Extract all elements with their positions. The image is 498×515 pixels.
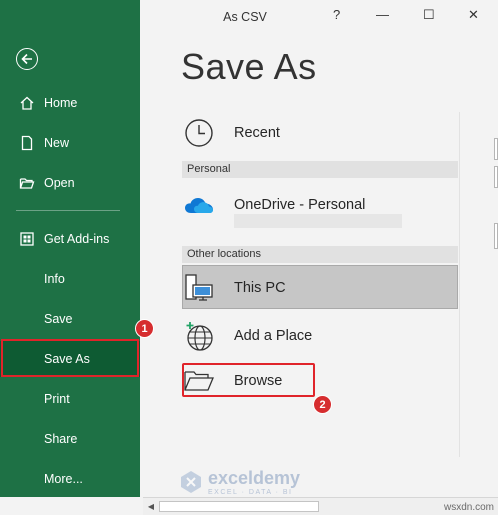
maximize-button[interactable]: ☐	[423, 7, 435, 23]
right-pane-control[interactable]	[494, 166, 498, 188]
sidebar-item-open[interactable]: Open	[0, 165, 140, 201]
page-title: Save As	[181, 46, 317, 87]
location-add-a-place[interactable]: Add a Place	[182, 318, 458, 354]
new-document-icon	[18, 134, 36, 152]
sidebar-item-print[interactable]: Print	[0, 381, 140, 417]
sidebar-item-share[interactable]: Share	[0, 421, 140, 457]
window-title: As CSV	[223, 10, 267, 24]
sidebar-item-more[interactable]: More...	[0, 461, 140, 497]
scrollbar-thumb[interactable]	[159, 501, 319, 512]
watermark-brand: exceldemy	[208, 468, 301, 488]
sidebar-item-label: Info	[44, 272, 65, 286]
sidebar-item-save[interactable]: Save	[0, 301, 140, 337]
exceldemy-logo-icon	[181, 471, 201, 493]
computer-icon	[182, 272, 216, 304]
sidebar-item-label: Open	[44, 176, 75, 190]
location-label: OneDrive - Personal	[234, 197, 366, 213]
addins-icon	[18, 230, 36, 248]
save-as-highlight-box	[1, 339, 139, 377]
location-recent[interactable]: Recent	[182, 116, 458, 150]
onedrive-account-redacted	[234, 214, 402, 228]
minimize-button[interactable]: —	[376, 7, 389, 22]
onedrive-cloud-icon	[182, 194, 216, 216]
sidebar-item-label: More...	[44, 472, 83, 486]
sidebar-item-label: New	[44, 136, 70, 150]
browse-highlight-box	[182, 363, 315, 397]
exceldemy-watermark: exceldemy EXCEL · DATA · BI	[178, 468, 300, 496]
sidebar-item-get-add-ins[interactable]: Get Add-ins	[0, 221, 140, 257]
watermark-subtitle: EXCEL · DATA · BI	[208, 489, 293, 496]
back-arrow-icon[interactable]	[16, 48, 38, 70]
location-label: Add a Place	[234, 328, 313, 344]
sidebar-item-label: Get Add-ins	[44, 232, 110, 246]
personal-section-header: Personal	[182, 161, 458, 178]
right-pane-control[interactable]	[494, 223, 498, 249]
other-locations-section-header: Other locations	[182, 246, 458, 263]
sidebar-item-info[interactable]: Info	[0, 261, 140, 297]
help-button[interactable]: ?	[333, 7, 340, 22]
sidebar-divider	[16, 210, 120, 211]
scroll-left-arrow-icon[interactable]: ◀	[145, 501, 157, 513]
right-pane-control[interactable]	[494, 138, 498, 160]
globe-add-icon	[182, 320, 216, 352]
location-this-pc[interactable]: This PC	[182, 270, 458, 306]
sidebar-item-label: Home	[44, 96, 78, 110]
location-label: Recent	[234, 125, 280, 141]
site-watermark: wsxdn.com	[443, 502, 494, 513]
pane-divider	[459, 112, 460, 457]
sidebar-item-label: Share	[44, 432, 78, 446]
close-button[interactable]: ✕	[468, 7, 479, 23]
sidebar-item-label: Print	[44, 392, 70, 406]
location-label: This PC	[234, 280, 286, 296]
home-icon	[18, 94, 36, 112]
backstage-sidebar: Home New Open Get Add-ins Info Save Save…	[0, 0, 140, 497]
clock-icon	[182, 118, 216, 148]
sidebar-item-home[interactable]: Home	[0, 85, 140, 121]
step-badge-1: 1	[135, 319, 154, 338]
sidebar-item-label: Save	[44, 312, 73, 326]
step-badge-2: 2	[313, 395, 332, 414]
folder-open-icon	[18, 174, 36, 192]
sidebar-item-new[interactable]: New	[0, 125, 140, 161]
